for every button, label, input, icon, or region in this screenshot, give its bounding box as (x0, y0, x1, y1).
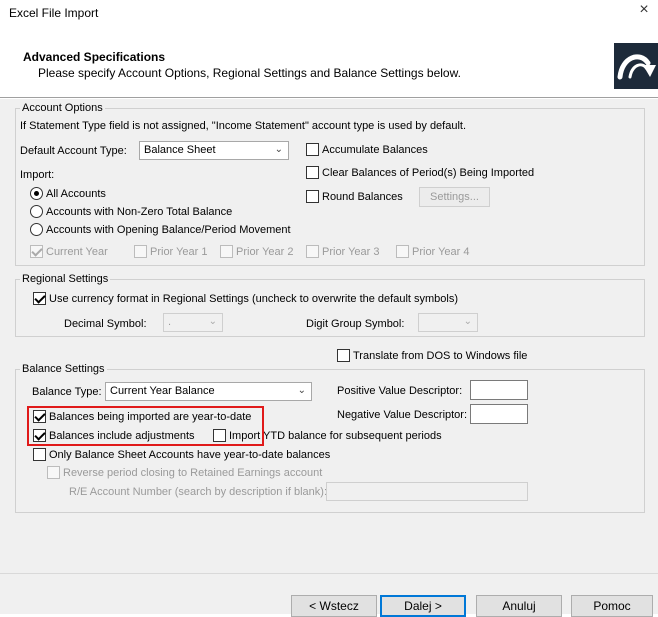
radio-nonzero-accounts-label: Accounts with Non-Zero Total Balance (46, 205, 233, 218)
clear-balances-checkbox[interactable]: Clear Balances of Period(s) Being Import… (306, 166, 534, 179)
account-options-legend: Account Options (22, 102, 103, 114)
window-title: Excel File Import (9, 6, 99, 20)
negative-value-descriptor-label: Negative Value Descriptor: (337, 409, 468, 421)
re-account-number-label: R/E Account Number (search by descriptio… (69, 486, 328, 498)
chevron-down-icon: ⌄ (463, 316, 472, 327)
balance-type-value: Current Year Balance (110, 385, 215, 397)
balance-settings-legend: Balance Settings (22, 363, 105, 375)
import-label: Import: (20, 169, 55, 181)
use-currency-format-checkbox[interactable]: Use currency format in Regional Settings… (33, 292, 458, 305)
settings-button[interactable]: Settings... (419, 187, 490, 207)
clear-balances-label: Clear Balances of Period(s) Being Import… (322, 166, 535, 179)
translate-dos-checkbox[interactable]: Translate from DOS to Windows file (337, 349, 527, 362)
re-account-number-input[interactable] (326, 482, 528, 501)
radio-all-accounts-label: All Accounts (46, 187, 106, 200)
decimal-symbol-label: Decimal Symbol: (64, 318, 147, 330)
default-account-type-label: Default Account Type: (20, 145, 127, 157)
prior-year-1-label: Prior Year 1 (150, 245, 208, 258)
highlight-box (27, 406, 264, 446)
prior-year-3-label: Prior Year 3 (322, 245, 380, 258)
radio-all-accounts[interactable]: All Accounts (30, 187, 106, 200)
prior-year-4-checkbox[interactable]: Prior Year 4 (396, 245, 469, 258)
curved-arrow-logo-icon (614, 43, 658, 89)
chevron-down-icon: ⌄ (274, 144, 283, 155)
accumulate-balances-checkbox[interactable]: Accumulate Balances (306, 143, 428, 156)
prior-year-3-checkbox[interactable]: Prior Year 3 (306, 245, 379, 258)
digit-group-symbol-label: Digit Group Symbol: (306, 318, 405, 330)
decimal-symbol-value: . (168, 316, 172, 328)
positive-value-descriptor-label: Positive Value Descriptor: (337, 385, 463, 397)
prior-year-4-label: Prior Year 4 (412, 245, 470, 258)
prior-year-2-checkbox[interactable]: Prior Year 2 (220, 245, 293, 258)
digit-group-symbol-select[interactable]: ⌄ (418, 313, 478, 332)
only-balance-sheet-ytd-checkbox[interactable]: Only Balance Sheet Accounts have year-to… (33, 448, 330, 461)
round-balances-checkbox[interactable]: Round Balances (306, 190, 403, 203)
prior-year-1-checkbox[interactable]: Prior Year 1 (134, 245, 207, 258)
round-balances-label: Round Balances (322, 190, 403, 203)
prior-year-2-label: Prior Year 2 (236, 245, 294, 258)
reverse-period-closing-label: Reverse period closing to Retained Earni… (63, 466, 323, 479)
translate-dos-label: Translate from DOS to Windows file (353, 349, 528, 362)
current-year-checkbox[interactable]: Current Year (30, 245, 108, 258)
chevron-down-icon: ⌄ (297, 385, 306, 396)
close-icon[interactable]: × (636, 1, 652, 19)
positive-value-descriptor-input[interactable] (470, 380, 528, 400)
reverse-period-closing-checkbox[interactable]: Reverse period closing to Retained Earni… (47, 466, 322, 479)
account-type-note: If Statement Type field is not assigned,… (20, 120, 467, 132)
balance-type-label: Balance Type: (32, 386, 102, 398)
radio-nonzero-accounts[interactable]: Accounts with Non-Zero Total Balance (30, 205, 232, 218)
page-title: Advanced Specifications (23, 50, 166, 64)
chevron-down-icon: ⌄ (208, 316, 217, 327)
page-subtitle: Please specify Account Options, Regional… (38, 66, 461, 80)
regional-settings-legend: Regional Settings (22, 273, 109, 285)
radio-opening-balance-accounts[interactable]: Accounts with Opening Balance/Period Mov… (30, 223, 291, 236)
accumulate-balances-label: Accumulate Balances (322, 143, 428, 156)
decimal-symbol-select[interactable]: . ⌄ (163, 313, 223, 332)
current-year-label: Current Year (46, 245, 108, 258)
default-account-type-value: Balance Sheet (144, 144, 216, 156)
negative-value-descriptor-input[interactable] (470, 404, 528, 424)
only-balance-sheet-ytd-label: Only Balance Sheet Accounts have year-to… (49, 448, 331, 461)
use-currency-format-label: Use currency format in Regional Settings… (49, 292, 459, 305)
default-account-type-select[interactable]: Balance Sheet ⌄ (139, 141, 289, 160)
balance-type-select[interactable]: Current Year Balance ⌄ (105, 382, 312, 401)
radio-opening-balance-label: Accounts with Opening Balance/Period Mov… (46, 223, 291, 236)
